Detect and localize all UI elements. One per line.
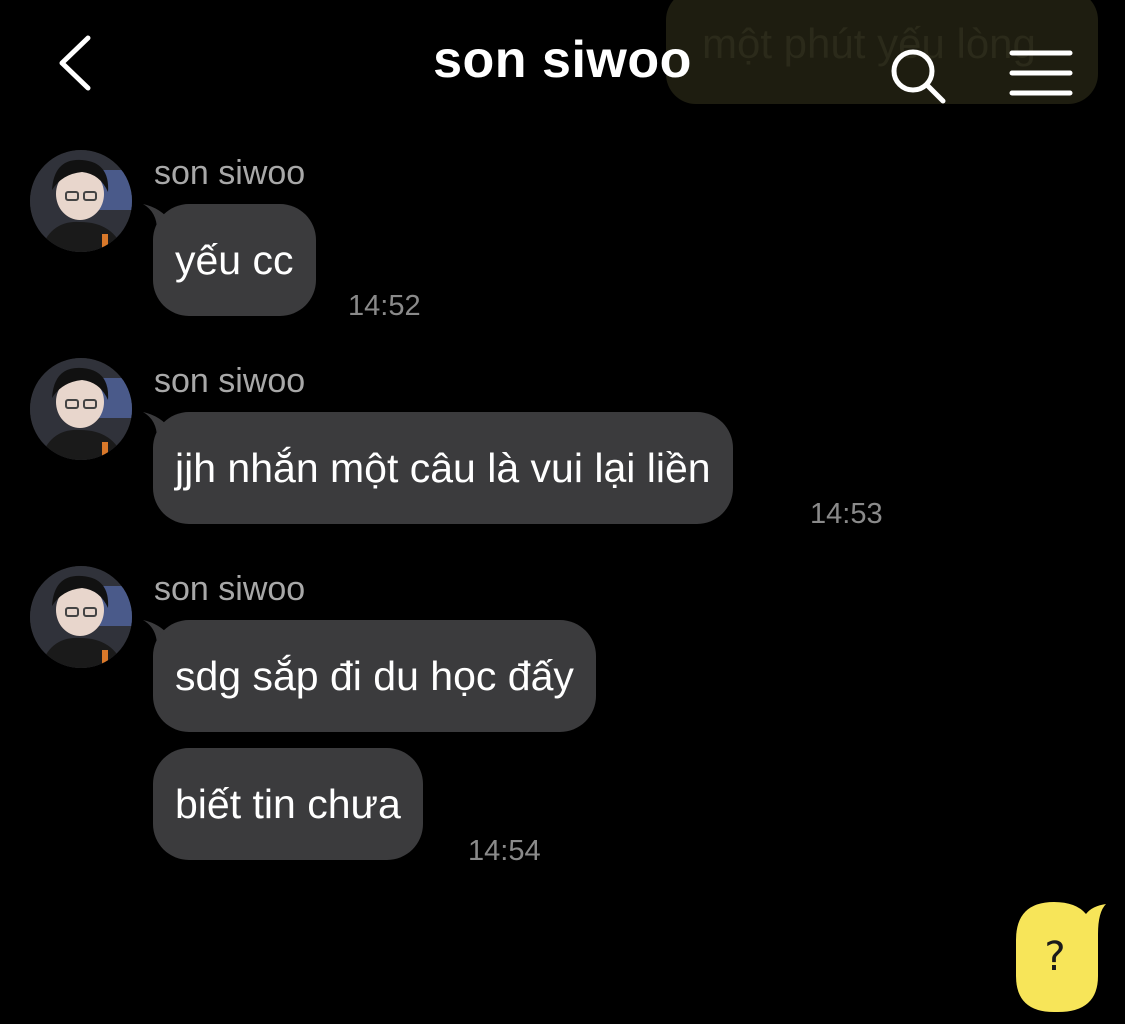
sender-name: son siwoo [154, 362, 306, 400]
menu-button[interactable] [1008, 48, 1074, 98]
message-bubble[interactable]: yếu cc [153, 204, 316, 316]
message-time: 14:54 [468, 835, 541, 867]
chat-title: son siwoo [433, 31, 692, 89]
sender-name: son siwoo [154, 154, 306, 192]
chat-header: son siwoo [0, 0, 1125, 130]
avatar[interactable] [30, 358, 132, 460]
message-time: 14:53 [810, 498, 883, 530]
message-bubble[interactable]: biết tin chưa [153, 748, 423, 860]
help-label: ? [1044, 934, 1066, 980]
help-button[interactable]: ? [1012, 900, 1108, 1016]
message-time: 14:52 [348, 290, 421, 322]
avatar[interactable] [30, 566, 132, 668]
avatar[interactable] [30, 150, 132, 252]
message-text: yếu cc [175, 236, 294, 283]
message-bubble[interactable]: sdg sắp đi du học đấy [153, 620, 596, 732]
hamburger-menu-icon [1009, 50, 1073, 96]
message-text: biết tin chưa [175, 780, 401, 827]
sender-name: son siwoo [154, 570, 306, 608]
search-icon [891, 49, 946, 104]
message-bubble[interactable]: jjh nhắn một câu là vui lại liền [153, 412, 733, 524]
message-text: sdg sắp đi du học đấy [175, 652, 574, 699]
message-text: jjh nhắn một câu là vui lại liền [175, 444, 711, 491]
search-button[interactable] [888, 46, 948, 106]
